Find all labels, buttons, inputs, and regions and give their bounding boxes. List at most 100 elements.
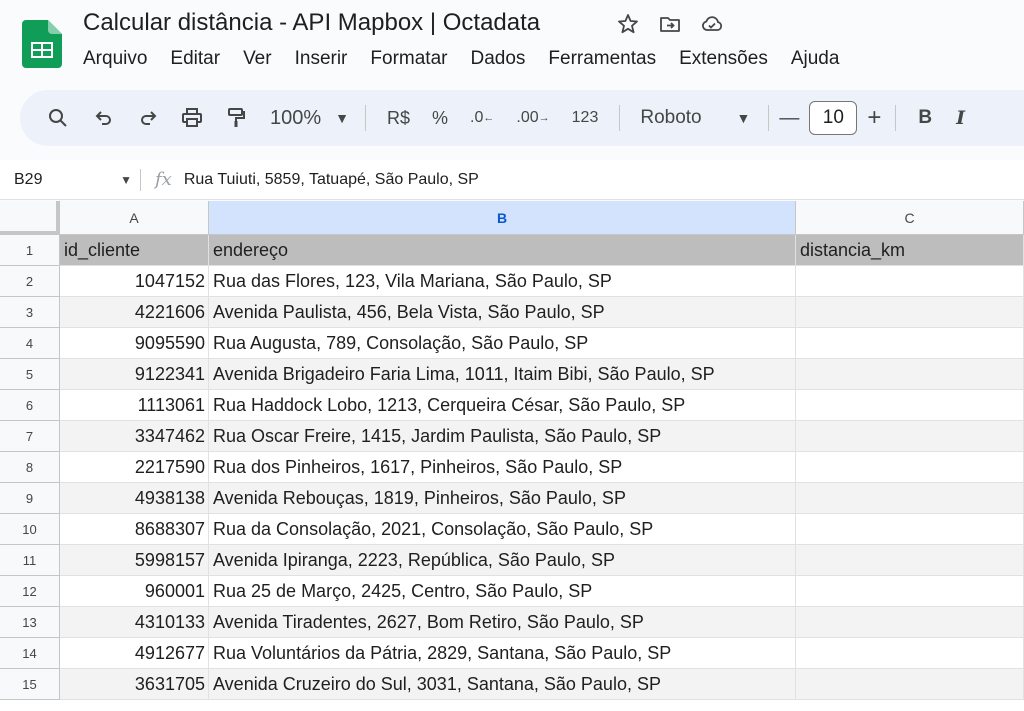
star-icon[interactable]: [616, 12, 640, 36]
cell-a[interactable]: 4938138: [60, 483, 209, 514]
cell-c[interactable]: [796, 638, 1024, 669]
cell-b[interactable]: Rua Voluntários da Pátria, 2829, Santana…: [209, 638, 796, 669]
menu-ajuda[interactable]: Ajuda: [791, 48, 840, 70]
decrease-font-size-button[interactable]: —: [779, 107, 799, 130]
number-format-button[interactable]: 123: [572, 109, 599, 127]
row-header[interactable]: 8: [0, 452, 60, 483]
cell-b[interactable]: Rua Augusta, 789, Consolação, São Paulo,…: [209, 328, 796, 359]
cell-b[interactable]: Avenida Paulista, 456, Bela Vista, São P…: [209, 297, 796, 328]
paint-format-button[interactable]: [224, 106, 248, 130]
currency-format-button[interactable]: R$: [387, 108, 410, 129]
row-header[interactable]: 6: [0, 390, 60, 421]
cell-b[interactable]: Avenida Tiradentes, 2627, Bom Retiro, Sã…: [209, 607, 796, 638]
cloud-saved-icon[interactable]: [700, 12, 724, 36]
cell-c[interactable]: [796, 607, 1024, 638]
cell-a[interactable]: id_cliente: [60, 235, 209, 266]
row-header[interactable]: 15: [0, 669, 60, 700]
zoom-select[interactable]: 100% ▼: [270, 107, 349, 130]
menu-arquivo[interactable]: Arquivo: [83, 48, 147, 70]
cell-a[interactable]: 3631705: [60, 669, 209, 700]
formula-bar: B29 ▼ fx Rua Tuiuti, 5859, Tatuapé, São …: [0, 160, 1024, 200]
formula-input[interactable]: Rua Tuiuti, 5859, Tatuapé, São Paulo, SP: [184, 171, 479, 189]
cell-c[interactable]: [796, 421, 1024, 452]
cell-a[interactable]: 4221606: [60, 297, 209, 328]
cell-c[interactable]: [796, 390, 1024, 421]
print-button[interactable]: [180, 106, 204, 130]
italic-button[interactable]: I: [956, 107, 965, 129]
cell-c[interactable]: [796, 328, 1024, 359]
cell-b[interactable]: endereço: [209, 235, 796, 266]
menu-dados[interactable]: Dados: [470, 48, 525, 70]
cell-c[interactable]: [796, 452, 1024, 483]
cell-b[interactable]: Rua dos Pinheiros, 1617, Pinheiros, São …: [209, 452, 796, 483]
row-header[interactable]: 11: [0, 545, 60, 576]
sheet-grid[interactable]: A B C 1 id_cliente endereço distancia_km 2 10…: [0, 201, 1024, 711]
cell-b[interactable]: Avenida Ipiranga, 2223, República, São P…: [209, 545, 796, 576]
row-header[interactable]: 14: [0, 638, 60, 669]
cell-c[interactable]: [796, 545, 1024, 576]
cell-b[interactable]: Rua da Consolação, 2021, Consolação, São…: [209, 514, 796, 545]
cell-a[interactable]: 960001: [60, 576, 209, 607]
undo-button[interactable]: [92, 106, 116, 130]
cell-a[interactable]: 4912677: [60, 638, 209, 669]
row-header[interactable]: 7: [0, 421, 60, 452]
row-header[interactable]: 12: [0, 576, 60, 607]
row-header[interactable]: 9: [0, 483, 60, 514]
row-header[interactable]: 2: [0, 266, 60, 297]
menu-ferramentas[interactable]: Ferramentas: [548, 48, 656, 70]
cell-a[interactable]: 1047152: [60, 266, 209, 297]
menu-ver[interactable]: Ver: [243, 48, 272, 70]
font-size-input[interactable]: 10: [809, 101, 858, 135]
increase-decimals-button[interactable]: .00 →: [516, 109, 549, 127]
row-header[interactable]: 1: [0, 235, 60, 266]
cell-c[interactable]: distancia_km: [796, 235, 1024, 266]
sheets-logo-icon[interactable]: [22, 20, 62, 68]
cell-a[interactable]: 3347462: [60, 421, 209, 452]
menu-formatar[interactable]: Formatar: [370, 48, 447, 70]
font-select[interactable]: Roboto ▼: [640, 107, 750, 129]
move-folder-icon[interactable]: [658, 12, 682, 36]
cell-a[interactable]: 2217590: [60, 452, 209, 483]
cell-b[interactable]: Rua Oscar Freire, 1415, Jardim Paulista,…: [209, 421, 796, 452]
cell-b[interactable]: Avenida Cruzeiro do Sul, 3031, Santana, …: [209, 669, 796, 700]
menu-editar[interactable]: Editar: [170, 48, 220, 70]
cell-a[interactable]: 1113061: [60, 390, 209, 421]
cell-c[interactable]: [796, 297, 1024, 328]
cell-b[interactable]: Rua 25 de Março, 2425, Centro, São Paulo…: [209, 576, 796, 607]
menu-extensoes[interactable]: Extensões: [679, 48, 768, 70]
row-header[interactable]: 4: [0, 328, 60, 359]
search-menus-button[interactable]: [46, 106, 70, 130]
cell-b[interactable]: Avenida Brigadeiro Faria Lima, 1011, Ita…: [209, 359, 796, 390]
column-header-b[interactable]: B: [209, 201, 796, 235]
row-header[interactable]: 5: [0, 359, 60, 390]
cell-c[interactable]: [796, 669, 1024, 700]
row-header[interactable]: 3: [0, 297, 60, 328]
cell-a[interactable]: 5998157: [60, 545, 209, 576]
cell-b[interactable]: Rua Haddock Lobo, 1213, Cerqueira César,…: [209, 390, 796, 421]
cell-c[interactable]: [796, 483, 1024, 514]
column-header-c[interactable]: C: [796, 201, 1024, 235]
menu-inserir[interactable]: Inserir: [295, 48, 348, 70]
cell-c[interactable]: [796, 266, 1024, 297]
cell-a[interactable]: 9095590: [60, 328, 209, 359]
name-box[interactable]: B29 ▼: [0, 171, 140, 189]
header-row: 1 id_cliente endereço distancia_km: [0, 235, 1024, 266]
column-header-a[interactable]: A: [60, 201, 209, 235]
cell-b[interactable]: Avenida Rebouças, 1819, Pinheiros, São P…: [209, 483, 796, 514]
cell-a[interactable]: 9122341: [60, 359, 209, 390]
percent-format-button[interactable]: %: [432, 108, 448, 129]
cell-c[interactable]: [796, 576, 1024, 607]
cell-c[interactable]: [796, 359, 1024, 390]
document-title[interactable]: Calcular distância - API Mapbox | Octada…: [83, 9, 540, 37]
cell-c[interactable]: [796, 514, 1024, 545]
bold-button[interactable]: B: [918, 107, 932, 129]
redo-button[interactable]: [136, 106, 160, 130]
select-all-corner[interactable]: [0, 201, 60, 235]
decrease-decimals-button[interactable]: .0 ←: [470, 109, 494, 127]
cell-b[interactable]: Rua das Flores, 123, Vila Mariana, São P…: [209, 266, 796, 297]
increase-font-size-button[interactable]: +: [867, 104, 881, 132]
row-header[interactable]: 13: [0, 607, 60, 638]
cell-a[interactable]: 4310133: [60, 607, 209, 638]
row-header[interactable]: 10: [0, 514, 60, 545]
cell-a[interactable]: 8688307: [60, 514, 209, 545]
